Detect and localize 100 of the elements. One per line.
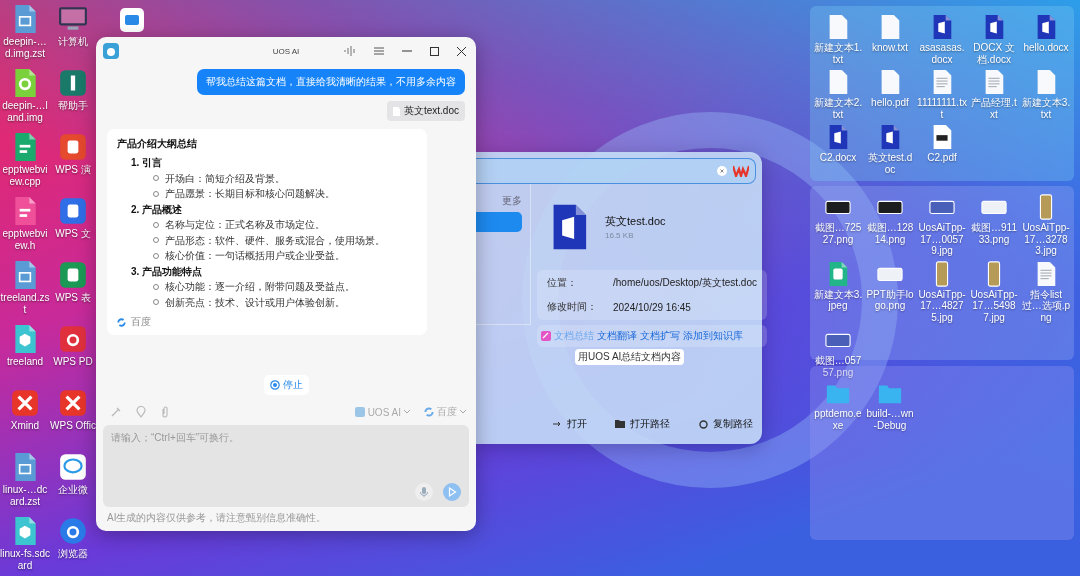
file-label[interactable]: asasasas.docx xyxy=(917,42,967,65)
desktop-icon-label[interactable]: linux-fs.sdcard xyxy=(0,548,50,571)
ai-icon xyxy=(541,331,551,341)
clear-icon[interactable] xyxy=(717,166,727,176)
section-heading: 2. 产品概述 xyxy=(131,202,184,216)
file-label[interactable]: 新建文本3.jpeg xyxy=(813,288,863,312)
file-label[interactable]: DOCX 文档.docx xyxy=(969,42,1019,65)
ai-action-link[interactable]: 添加到知识库 xyxy=(683,329,743,343)
location-pin-icon[interactable] xyxy=(136,406,146,418)
model-selector[interactable]: 百度 xyxy=(424,405,466,419)
detail-value: /home/uos/Desktop/英文test.doc xyxy=(613,276,757,290)
file-label[interactable]: UosAiTpp-17…48275.jpg xyxy=(917,288,967,323)
file-label[interactable]: UosAiTpp-17…00579.jpg xyxy=(917,222,967,257)
chat-app-icon xyxy=(58,452,88,482)
desktop-icon-label[interactable]: WPS 文 xyxy=(50,228,96,240)
assistant-icon xyxy=(354,407,365,417)
file-label[interactable]: pptdemo.exe xyxy=(813,408,863,431)
bullet-text: 核心价值：一句话概括用户或企业受益。 xyxy=(165,249,345,263)
bullet-text: 产品愿景：长期目标和核心问题解决。 xyxy=(165,187,335,201)
detail-label: 位置： xyxy=(547,276,578,290)
browser-icon xyxy=(58,516,88,546)
file-label[interactable]: hello.docx xyxy=(1021,42,1071,54)
caret-icon xyxy=(460,410,466,414)
bullet-text: 名称与定位：正式名称及市场定位。 xyxy=(165,218,325,232)
selected-result-row[interactable] xyxy=(476,212,522,232)
bullet-text: 开场白：简短介绍及背景。 xyxy=(165,171,285,185)
tooltip: 用UOS AI总结文档内容 xyxy=(575,349,685,365)
file-label[interactable]: UosAiTpp-17…32783.jpg xyxy=(1021,222,1071,257)
attachment-chip[interactable]: 英文text.doc xyxy=(386,101,465,121)
pdf-app-icon xyxy=(58,324,88,354)
file-action-button[interactable]: 打开路径 xyxy=(611,414,675,434)
section-heading: 1. 引言 xyxy=(131,156,164,170)
desktop-icon-label[interactable]: WPS 表 xyxy=(50,292,96,304)
message-input-field[interactable]: 请输入；“Ctrl+回车”可换行。 xyxy=(103,425,469,507)
desktop-icon-label[interactable]: WPS 演 xyxy=(50,164,96,176)
desktop-icon-label[interactable]: 浏览器 xyxy=(50,548,96,560)
source-label: 百度 xyxy=(131,315,151,329)
desktop-icon-label[interactable]: 企业微 xyxy=(50,484,96,496)
file-label[interactable]: C2.docx xyxy=(813,152,863,164)
desktop-icon-label[interactable]: treeland xyxy=(0,356,50,368)
app-logo-icon xyxy=(733,165,749,177)
app-logo-icon xyxy=(103,43,119,59)
file-label[interactable]: 新建文本1.txt xyxy=(813,42,863,65)
microphone-icon[interactable] xyxy=(415,483,433,501)
assistant-selector[interactable]: UOS AI xyxy=(354,406,410,418)
desktop-icon-label[interactable]: deepin-…d.img.zst xyxy=(0,36,50,59)
file-label[interactable]: 截图…72527.png xyxy=(813,222,863,245)
bullet-text: 创新亮点：技术、设计或用户体验创新。 xyxy=(165,295,345,309)
detail-label: 修改时间： xyxy=(547,300,598,314)
more-link[interactable]: 更多 xyxy=(502,194,522,208)
file-label[interactable]: 新建文本2.txt xyxy=(813,97,863,120)
file-label[interactable]: 截图…91133.png xyxy=(969,222,1019,245)
file-action-button[interactable]: 打开 xyxy=(549,414,591,434)
paperclip-icon[interactable] xyxy=(160,406,170,418)
voice-wave-icon[interactable] xyxy=(344,46,356,56)
file-label[interactable]: PPT助手logo.png xyxy=(865,288,915,312)
file-label[interactable]: 指令list过…选项.png xyxy=(1021,288,1071,323)
spreadsheet-app-icon xyxy=(58,260,88,290)
desktop-icon-label[interactable]: 计算机 xyxy=(50,36,96,48)
file-label[interactable]: UosAiTpp-17…54987.jpg xyxy=(969,288,1019,323)
search-field[interactable] xyxy=(476,158,756,184)
file-action-button[interactable]: 复制路径 xyxy=(694,414,757,434)
maximize-icon[interactable] xyxy=(430,46,439,56)
desktop-icon-label[interactable]: Xmind xyxy=(0,420,50,432)
file-label[interactable]: hello.pdf xyxy=(865,97,915,109)
file-label[interactable]: 产品经理.txt xyxy=(969,97,1019,120)
send-button[interactable] xyxy=(443,483,461,501)
file-label[interactable]: 11111111.txt xyxy=(917,97,967,120)
stop-button[interactable]: 停止 xyxy=(263,375,309,395)
minimize-icon[interactable] xyxy=(402,50,412,52)
desktop-icon-label[interactable]: linux-…dcard.zst xyxy=(0,484,50,507)
desktop-icon-label[interactable]: WPS Offic xyxy=(50,420,96,432)
folder-icon xyxy=(615,420,626,428)
desktop-icon-label[interactable]: WPS PD xyxy=(50,356,96,368)
ai-action-link[interactable]: 文档扩写 xyxy=(640,329,680,343)
close-icon[interactable] xyxy=(457,46,466,56)
menu-icon[interactable] xyxy=(374,47,384,55)
file-label[interactable]: 英文test.doc xyxy=(865,152,915,175)
file-label[interactable]: C2.pdf xyxy=(917,152,967,164)
file-label[interactable]: 截图…12814.png xyxy=(865,222,915,245)
file-label[interactable]: 截图…05757.png xyxy=(813,355,863,378)
app-icon xyxy=(118,6,146,34)
arrow-icon xyxy=(553,421,562,427)
bullet-text: 核心功能：逐一介绍，附带问题及受益点。 xyxy=(165,280,355,294)
file-label[interactable]: build-…wn-Debug xyxy=(865,408,915,431)
desktop-icon-label[interactable]: 帮助手 xyxy=(50,100,96,112)
office-app-icon xyxy=(58,388,88,418)
ai-action-link[interactable]: 文档翻译 xyxy=(597,329,637,343)
bullet-text: 产品形态：软件、硬件、服务或混合，使用场景。 xyxy=(165,233,385,247)
app-icon xyxy=(10,388,40,418)
desktop-icon-label[interactable]: treeland.zst xyxy=(0,292,50,315)
file-label[interactable]: 新建文本3.txt xyxy=(1021,97,1071,120)
desktop-icon-label[interactable]: deepin-…land.img xyxy=(0,100,50,123)
file-label[interactable]: know.txt xyxy=(865,42,915,54)
user-message: 帮我总结这篇文档，直接给我清晰的结果，不用多余内容 xyxy=(197,69,465,95)
file-name: 英文test.doc xyxy=(605,214,666,229)
desktop-icon-label[interactable]: epptwebview.cpp xyxy=(0,164,50,187)
desktop-icon-label[interactable]: epptwebview.h xyxy=(0,228,50,251)
window-title: UOS AI xyxy=(272,46,300,56)
section-heading: 3. 产品功能特点 xyxy=(131,264,204,278)
